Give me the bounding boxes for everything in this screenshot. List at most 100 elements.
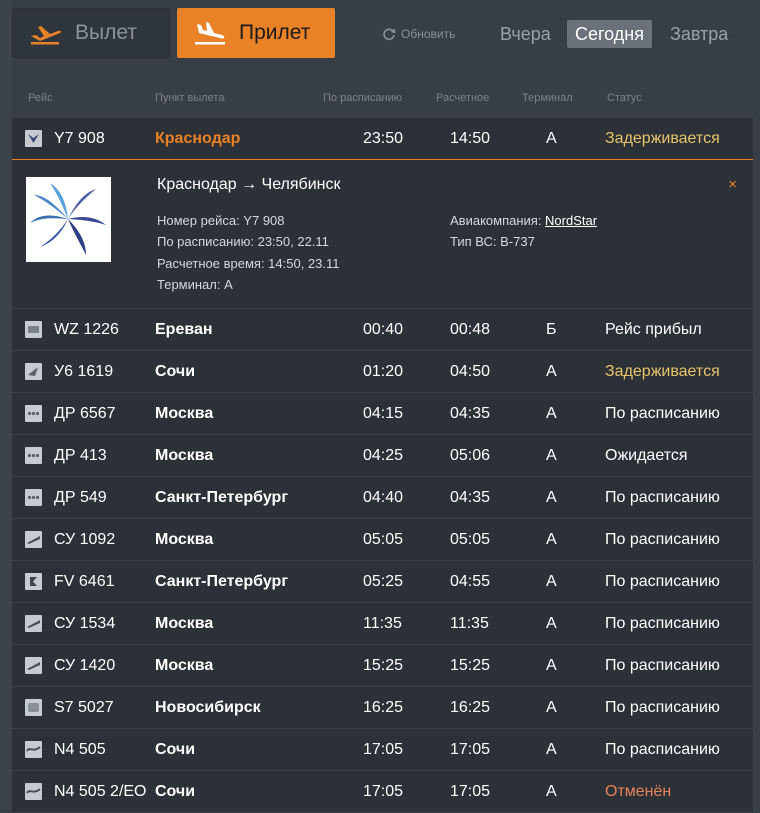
- table-row[interactable]: FV 6461 Санкт-Петербург 05:25 04:55 А По расп…: [12, 561, 753, 603]
- column-header-flight: Рейс: [28, 92, 53, 104]
- terminal: А: [546, 447, 557, 464]
- airline-logo-icon: [25, 447, 42, 464]
- scheduled-time: 00:40: [363, 321, 404, 338]
- origin-city: Москва: [155, 405, 214, 422]
- flight-status: По расписанию: [605, 405, 720, 422]
- column-header-scheduled: По расписанию: [323, 92, 403, 104]
- table-row[interactable]: СУ 1420 Москва 15:25 15:25 А По расписанию: [12, 645, 753, 687]
- table-row[interactable]: N4 505 Сочи 17:05 17:05 А По расписанию: [12, 729, 753, 771]
- flight-number: СУ 1534: [54, 615, 116, 632]
- flight-status: Отменён: [605, 783, 672, 800]
- close-icon[interactable]: ×: [728, 176, 737, 193]
- flight-status: По расписанию: [605, 657, 720, 674]
- scheduled-time: 01:20: [363, 363, 404, 380]
- airline-logo-icon: [25, 130, 42, 147]
- estimated-time: 17:05: [450, 741, 491, 758]
- detail-aircraft: Тип ВС: B-737: [450, 234, 535, 249]
- flight-number: ДР 6567: [54, 405, 116, 422]
- airline-link[interactable]: NordStar: [545, 213, 597, 228]
- estimated-time: 04:35: [450, 489, 491, 506]
- airline-logo-icon: [25, 489, 42, 506]
- scheduled-time: 04:40: [363, 489, 404, 506]
- scheduled-time: 04:15: [363, 405, 404, 422]
- flight-number: N4 505: [54, 741, 106, 758]
- column-header-origin: Пункт вылета: [155, 92, 225, 104]
- takeoff-plane-icon: [27, 20, 65, 46]
- estimated-time: 11:35: [450, 615, 489, 632]
- arrivals-label: Прилет: [239, 21, 311, 44]
- airline-logo: [26, 177, 111, 262]
- table-row[interactable]: СУ 1534 Москва 11:35 11:35 А По расписанию: [12, 603, 753, 645]
- estimated-time: 04:35: [450, 405, 491, 422]
- airline-logo-icon: [25, 741, 42, 758]
- detail-terminal: Терминал: А: [157, 277, 233, 292]
- table-row[interactable]: N4 505 2/EO Сочи 17:05 17:05 А Отменён: [12, 771, 753, 813]
- airline-logo-icon: [25, 699, 42, 716]
- flight-status: Рейс прибыл: [605, 321, 702, 338]
- origin-city: Москва: [155, 615, 214, 632]
- flight-status: Задерживается: [605, 363, 720, 380]
- arrivals-button[interactable]: Прилет: [177, 8, 335, 58]
- table-row[interactable]: У6 1619 Сочи 01:20 04:50 А Задерживается: [12, 351, 753, 393]
- flight-status: По расписанию: [605, 573, 720, 590]
- table-row[interactable]: ДР 6567 Москва 04:15 04:35 А По расписанию: [12, 393, 753, 435]
- scheduled-time: 17:05: [363, 741, 404, 758]
- flight-status: Задерживается: [605, 130, 720, 147]
- origin-city: Санкт-Петербург: [155, 489, 288, 506]
- flight-number: ДР 549: [54, 489, 107, 506]
- terminal: Б: [546, 321, 557, 338]
- estimated-time: 05:05: [450, 531, 491, 548]
- scheduled-time: 15:25: [363, 657, 404, 674]
- airline-logo-icon: [25, 405, 42, 422]
- flight-route: Краснодар → Челябинск: [157, 176, 341, 193]
- column-header-status: Статус: [607, 92, 642, 104]
- terminal: А: [546, 699, 557, 716]
- flights-table: Y7 908 Краснодар 23:50 14:50 А Задержива…: [12, 118, 753, 813]
- detail-airline: Авиакомпания: NordStar: [450, 213, 597, 228]
- origin-city: Москва: [155, 447, 214, 464]
- origin-city: Ереван: [155, 321, 213, 338]
- flight-number: WZ 1226: [54, 321, 119, 338]
- origin-city: Сочи: [155, 363, 196, 380]
- tab-yesterday[interactable]: Вчера: [492, 20, 559, 48]
- detail-estimated: Расчетное время: 14:50, 23.11: [157, 256, 340, 271]
- flight-detail-panel: Краснодар → Челябинск Номер рейса: Y7 90…: [12, 160, 753, 309]
- departures-button[interactable]: Вылет: [12, 8, 170, 58]
- arrivals-board: Вылет Прилет Обновить Вчера Сегодня Завт…: [0, 0, 760, 813]
- tab-tomorrow[interactable]: Завтра: [662, 20, 736, 48]
- table-row[interactable]: СУ 1092 Москва 05:05 05:05 А По расписанию: [12, 519, 753, 561]
- table-row-selected[interactable]: Y7 908 Краснодар 23:50 14:50 А Задержива…: [12, 118, 753, 160]
- airline-logo-icon: [25, 321, 42, 338]
- table-row[interactable]: WZ 1226 Ереван 00:40 00:48 Б Рейс прибыл: [12, 309, 753, 351]
- refresh-button[interactable]: Обновить: [382, 27, 455, 41]
- origin-city: Сочи: [155, 741, 196, 758]
- terminal: А: [546, 783, 557, 800]
- scheduled-time: 04:25: [363, 447, 404, 464]
- scheduled-time: 05:05: [363, 531, 404, 548]
- table-row[interactable]: ДР 549 Санкт-Петербург 04:40 04:35 А По распи…: [12, 477, 753, 519]
- flight-number: FV 6461: [54, 573, 115, 590]
- departures-label: Вылет: [75, 21, 137, 44]
- table-row[interactable]: ДР 413 Москва 04:25 05:06 А Ожидается: [12, 435, 753, 477]
- airline-logo-icon: [25, 657, 42, 674]
- flight-status: Ожидается: [605, 447, 688, 464]
- flight-number: N4 505 2/EO: [54, 783, 147, 800]
- detail-airline-label: Авиакомпания:: [450, 213, 546, 228]
- origin-city: Москва: [155, 657, 214, 674]
- flight-status: По расписанию: [605, 615, 720, 632]
- terminal: А: [546, 489, 557, 506]
- tab-today[interactable]: Сегодня: [567, 20, 652, 48]
- estimated-time: 04:50: [450, 363, 491, 380]
- origin-city: Сочи: [155, 783, 196, 800]
- detail-flight-number: Номер рейса: Y7 908: [157, 213, 285, 228]
- flight-number: S7 5027: [54, 699, 114, 716]
- flight-status: По расписанию: [605, 489, 720, 506]
- table-row[interactable]: S7 5027 Новосибирск 16:25 16:25 А По расписан…: [12, 687, 753, 729]
- flight-number: ДР 413: [54, 447, 107, 464]
- flight-status: По расписанию: [605, 699, 720, 716]
- terminal: А: [546, 531, 557, 548]
- airline-logo-icon: [25, 573, 42, 590]
- flight-status: По расписанию: [605, 531, 720, 548]
- airline-logo-icon: [25, 783, 42, 800]
- landing-plane-icon: [191, 20, 229, 46]
